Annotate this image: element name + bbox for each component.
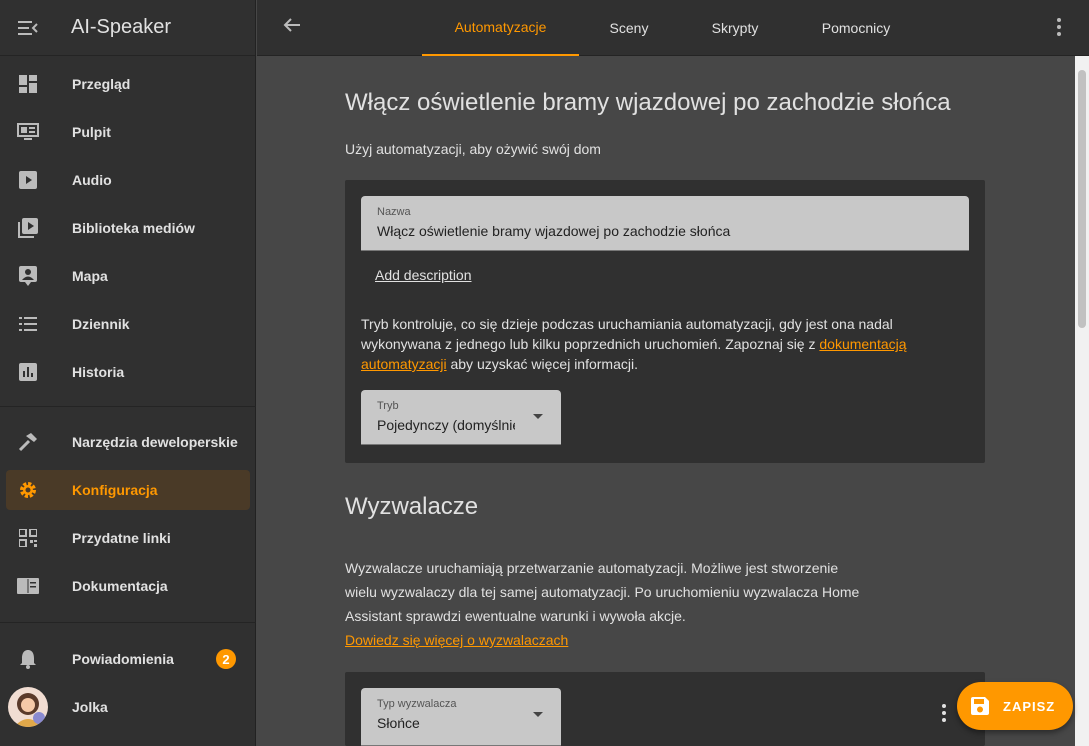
trigger-menu-button[interactable]	[942, 704, 946, 727]
sidebar-item-useful-links[interactable]: Przydatne linki	[6, 518, 250, 558]
name-field[interactable]: Nazwa Włącz oświetlenie bramy wjazdowej …	[361, 196, 969, 251]
chevron-down-icon	[533, 712, 543, 717]
sidebar-divider	[0, 622, 256, 623]
chevron-down-icon	[533, 414, 543, 419]
sidebar-item-history[interactable]: Historia	[6, 352, 250, 392]
sidebar-item-label: Konfiguracja	[72, 482, 158, 498]
page-title: Włącz oświetlenie bramy wjazdowej po zac…	[345, 89, 951, 116]
mode-description: Tryb kontroluje, co się dzieje podczas u…	[361, 314, 941, 374]
save-button-label: ZAPISZ	[1003, 698, 1056, 714]
triggers-description: Wyzwalacze uruchamiają przetwarzanie aut…	[345, 556, 865, 652]
trigger-card: Typ wyzwalacza Słońce	[345, 672, 985, 746]
map-account-icon	[19, 266, 37, 286]
add-description-button[interactable]: Add description	[375, 267, 472, 283]
sidebar-item-label: Przegląd	[72, 76, 131, 92]
sidebar-item-map[interactable]: Mapa	[6, 256, 250, 296]
trigger-type-label: Typ wyzwalacza	[377, 698, 457, 710]
sidebar-item-developer-tools[interactable]: Narzędzia deweloperskie	[6, 422, 250, 462]
sidebar-item-label: Dziennik	[72, 316, 130, 332]
sidebar-item-user[interactable]: Jolka	[6, 687, 250, 727]
sidebar-item-overview[interactable]: Przegląd	[6, 64, 250, 104]
play-box-icon	[19, 171, 37, 189]
sidebar-item-label: Powiadomienia	[72, 651, 174, 667]
dashboard-icon	[19, 75, 37, 93]
bell-icon	[20, 650, 36, 669]
sidebar-item-audio[interactable]: Audio	[6, 160, 250, 200]
mode-description-text: Tryb kontroluje, co się dzieje podczas u…	[361, 316, 893, 352]
sidebar-item-label: Historia	[72, 364, 125, 380]
tab-scenes[interactable]: Sceny	[579, 0, 679, 56]
tab-automations[interactable]: Automatyzacje	[422, 0, 579, 56]
arrow-left-icon	[283, 18, 300, 32]
sidebar-divider	[0, 406, 256, 407]
qrcode-icon	[19, 529, 37, 547]
back-button[interactable]	[283, 16, 301, 39]
tab-scripts[interactable]: Skrypty	[679, 0, 791, 56]
sidebar-item-notifications[interactable]: Powiadomienia 2	[6, 639, 250, 679]
top-bar: Automatyzacje Sceny Skrypty Pomocnicy	[257, 0, 1089, 56]
name-field-value: Włącz oświetlenie bramy wjazdowej po zac…	[377, 223, 731, 239]
mode-select-value: Pojedynczy (domyślnie)	[377, 417, 515, 433]
scrollbar-thumb[interactable]	[1078, 70, 1086, 328]
format-list-icon	[19, 317, 37, 331]
sidebar-item-logbook[interactable]: Dziennik	[6, 304, 250, 344]
trigger-type-value: Słońce	[377, 715, 420, 731]
save-button[interactable]: ZAPISZ	[957, 682, 1073, 730]
mode-select-label: Tryb	[377, 400, 399, 412]
triggers-learn-more-link[interactable]: Dowiedz się więcej o wyzwalaczach	[345, 632, 568, 648]
sidebar-item-desktop[interactable]: Pulpit	[6, 112, 250, 152]
name-field-label: Nazwa	[377, 206, 411, 218]
sidebar-item-label: Przydatne linki	[72, 530, 171, 546]
sidebar-item-configuration[interactable]: Konfiguracja	[6, 470, 250, 510]
avatar	[8, 687, 48, 727]
automation-settings-card: Nazwa Włącz oświetlenie bramy wjazdowej …	[345, 180, 985, 463]
sidebar-item-label: Pulpit	[72, 124, 111, 140]
mode-description-text-end: aby uzyskać więcej informacji.	[446, 356, 638, 372]
hammer-icon	[18, 433, 37, 452]
user-avatar-icon	[14, 693, 45, 727]
trigger-type-select[interactable]: Typ wyzwalacza Słońce	[361, 688, 561, 746]
scrollbar[interactable]	[1075, 56, 1089, 746]
menu-toggle-button[interactable]	[0, 0, 56, 56]
sidebar-item-documentation[interactable]: Dokumentacja	[6, 566, 250, 606]
sidebar-item-label: Mapa	[72, 268, 108, 284]
dots-vertical-icon	[942, 704, 946, 722]
overflow-menu-button[interactable]	[1057, 18, 1061, 41]
mode-select[interactable]: Tryb Pojedynczy (domyślnie)	[361, 390, 561, 445]
cog-icon	[20, 482, 36, 498]
sidebar-item-media-library[interactable]: Biblioteka mediów	[6, 208, 250, 248]
sidebar-title: AI-Speaker	[71, 16, 172, 38]
sidebar-item-label: Narzędzia deweloperskie	[72, 434, 238, 450]
menu-open-icon	[18, 20, 38, 35]
notification-count-badge: 2	[216, 649, 236, 669]
sidebar-item-label: Audio	[72, 172, 112, 188]
tab-helpers[interactable]: Pomocnicy	[791, 0, 921, 56]
sidebar: AI-Speaker Przegląd Pulpit Audio Bibliot…	[0, 0, 256, 746]
user-name: Jolka	[72, 699, 108, 715]
sidebar-item-label: Dokumentacja	[72, 578, 168, 594]
dots-vertical-icon	[1057, 18, 1061, 36]
sidebar-header: AI-Speaker	[0, 0, 255, 56]
monitor-dashboard-icon	[17, 123, 39, 140]
page-subtitle: Użyj automatyzacji, aby ożywić swój dom	[345, 141, 601, 157]
main-content: Włącz oświetlenie bramy wjazdowej po zac…	[257, 56, 1075, 746]
media-library-icon	[18, 218, 38, 238]
sidebar-item-label: Biblioteka mediów	[72, 220, 195, 236]
content-save-icon	[971, 697, 989, 715]
chart-box-icon	[19, 363, 37, 381]
triggers-heading: Wyzwalacze	[345, 493, 479, 520]
triggers-description-text: Wyzwalacze uruchamiają przetwarzanie aut…	[345, 560, 860, 624]
book-open-icon	[17, 578, 39, 594]
